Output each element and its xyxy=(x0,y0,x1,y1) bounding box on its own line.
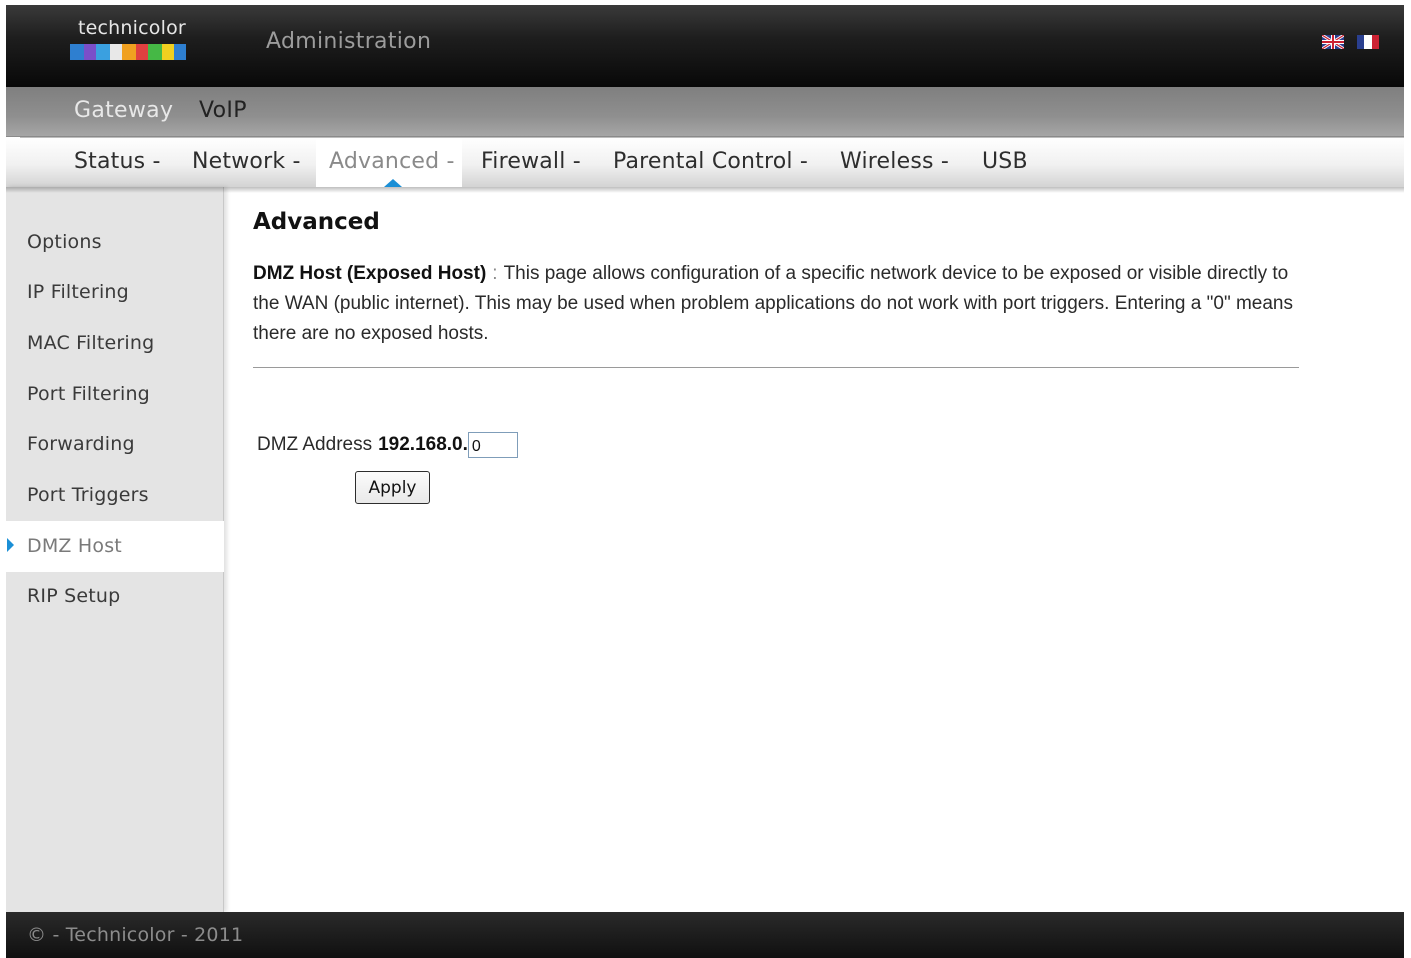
sidebar-item-options[interactable]: Options xyxy=(6,217,224,268)
description-separator: : xyxy=(492,263,498,284)
secondary-nav: Status - Network - Advanced - Firewall -… xyxy=(6,137,1404,187)
active-item-arrow-icon xyxy=(7,538,14,552)
router-admin-page: technicolor Administration Gateway VoIP … xyxy=(6,5,1404,958)
sidebar-item-label: Forwarding xyxy=(27,433,135,455)
technicolor-logo: technicolor xyxy=(70,17,190,65)
sidebar-item-label: Options xyxy=(27,231,102,253)
sidebar-item-label: IP Filtering xyxy=(27,281,129,303)
dmz-address-label: DMZ Address xyxy=(257,434,373,455)
divider xyxy=(253,367,1299,368)
copyright-text: © - Technicolor - 2011 xyxy=(27,924,244,946)
nav-voip[interactable]: VoIP xyxy=(199,98,247,123)
tab-status[interactable]: Status - xyxy=(74,149,161,174)
fr-flag-icon[interactable] xyxy=(1357,35,1379,49)
page-description: DMZ Host (Exposed Host): This page allows… xyxy=(253,259,1293,349)
header-bar: technicolor Administration xyxy=(6,5,1404,87)
sidebar-item-label: DMZ Host xyxy=(27,535,122,557)
sidebar-item-ip-filtering[interactable]: IP Filtering xyxy=(6,267,224,318)
active-tab-pointer-icon xyxy=(384,179,402,187)
sidebar: Options IP Filtering MAC Filtering Port … xyxy=(6,187,224,912)
sidebar-item-label: RIP Setup xyxy=(27,585,121,607)
tab-firewall[interactable]: Firewall - xyxy=(481,149,581,174)
sidebar-item-label: Port Triggers xyxy=(27,484,149,506)
primary-nav: Gateway VoIP xyxy=(6,87,1404,137)
tab-advanced[interactable]: Advanced - xyxy=(329,149,455,174)
dmz-address-row: DMZ Address 192.168.0. xyxy=(257,431,518,459)
apply-button[interactable]: Apply xyxy=(355,471,430,504)
footer: © - Technicolor - 2011 xyxy=(6,912,1404,958)
nav-gateway[interactable]: Gateway xyxy=(74,98,173,123)
nav-shadow xyxy=(6,187,1404,193)
uk-flag-icon[interactable] xyxy=(1322,35,1344,49)
sidebar-item-rip-setup[interactable]: RIP Setup xyxy=(6,571,224,622)
dmz-address-input[interactable] xyxy=(467,432,518,458)
sidebar-item-label: Port Filtering xyxy=(27,383,150,405)
sidebar-item-port-filtering[interactable]: Port Filtering xyxy=(6,369,224,420)
sidebar-item-port-triggers[interactable]: Port Triggers xyxy=(6,470,224,521)
page-header-title: Administration xyxy=(266,29,432,54)
tab-parental-control[interactable]: Parental Control - xyxy=(613,149,808,174)
logo-text: technicolor xyxy=(78,17,186,39)
sidebar-item-label: MAC Filtering xyxy=(27,332,155,354)
tab-network[interactable]: Network - xyxy=(192,149,301,174)
page-title: Advanced xyxy=(253,209,380,235)
sidebar-item-forwarding[interactable]: Forwarding xyxy=(6,419,224,470)
main-content: Advanced DMZ Host (Exposed Host): This pa… xyxy=(224,187,1404,912)
sidebar-item-mac-filtering[interactable]: MAC Filtering xyxy=(6,318,224,369)
tab-wireless[interactable]: Wireless - xyxy=(840,149,949,174)
nav-divider xyxy=(20,137,1404,138)
description-heading: DMZ Host (Exposed Host) xyxy=(253,263,487,284)
logo-color-bar-icon xyxy=(70,44,186,60)
sidebar-item-dmz-host[interactable]: DMZ Host xyxy=(6,521,224,572)
tab-usb[interactable]: USB xyxy=(982,149,1028,174)
dmz-address-prefix: 192.168.0. xyxy=(378,434,468,455)
